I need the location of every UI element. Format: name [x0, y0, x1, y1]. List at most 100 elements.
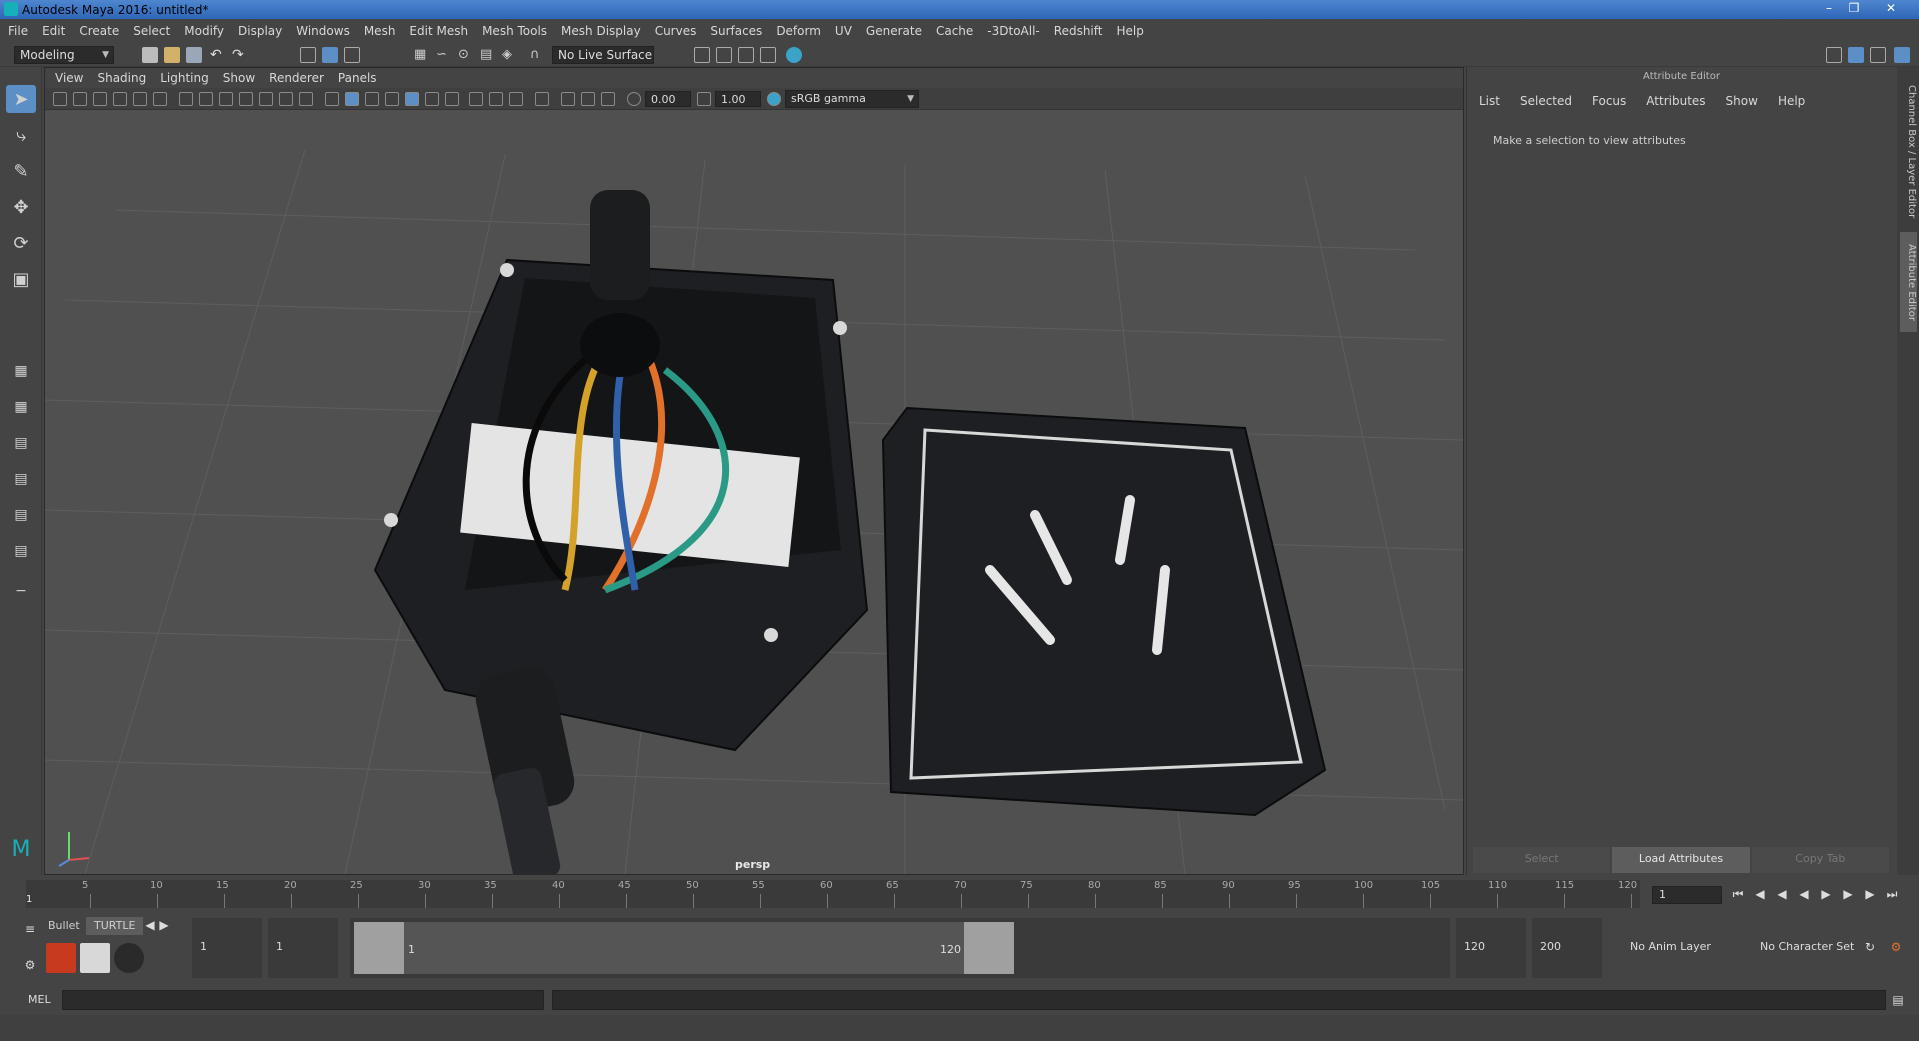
character-set-dropdown[interactable]: No Character Set: [1752, 918, 1868, 978]
safe-action-icon[interactable]: [279, 92, 293, 106]
command-language-label[interactable]: MEL: [28, 993, 51, 1006]
attribute-editor-toggle-icon[interactable]: [1848, 47, 1864, 63]
step-back-frame-icon[interactable]: ◀: [1752, 886, 1768, 902]
animation-preferences-icon[interactable]: ⚙: [1888, 939, 1904, 955]
collapse-toolbox-icon[interactable]: −: [6, 577, 36, 605]
scale-tool-icon[interactable]: ▣: [6, 265, 36, 293]
range-end-handle[interactable]: [964, 922, 1014, 974]
xray-components-icon[interactable]: [601, 92, 615, 106]
attr-menu-show[interactable]: Show: [1726, 94, 1758, 108]
uv-layout-icon[interactable]: ▤: [6, 537, 36, 565]
rotate-tool-icon[interactable]: ⟳: [6, 229, 36, 257]
hypershade-icon[interactable]: [786, 47, 802, 63]
select-by-object-icon[interactable]: [322, 47, 338, 63]
snap-grid-icon[interactable]: ▦: [414, 47, 430, 63]
redo-icon[interactable]: ↷: [232, 47, 248, 63]
attr-menu-attributes[interactable]: Attributes: [1646, 94, 1705, 108]
viewport-menu-renderer[interactable]: Renderer: [269, 71, 324, 85]
single-view-layout-icon[interactable]: ▦: [6, 357, 36, 385]
time-slider[interactable]: 1 5 10 15 20 25 30 35 40 45 50 55 60 65 …: [0, 877, 1919, 913]
viewport-menu-shading[interactable]: Shading: [97, 71, 146, 85]
snap-view-plane-icon[interactable]: ▤: [480, 47, 496, 63]
current-frame-field[interactable]: 1: [1652, 886, 1722, 904]
step-forward-key-icon[interactable]: ▶: [1840, 886, 1856, 902]
scene-canvas[interactable]: [45, 110, 1463, 874]
gamma-field[interactable]: 1.00: [715, 91, 761, 107]
smooth-shading-icon[interactable]: [345, 92, 359, 106]
menu-modify[interactable]: Modify: [184, 24, 224, 38]
shadows-icon[interactable]: [425, 92, 439, 106]
auto-key-icon[interactable]: ↻: [1862, 939, 1878, 955]
tab-attribute-editor[interactable]: Attribute Editor: [1900, 232, 1917, 332]
shelf-menu-icon[interactable]: ≡: [22, 921, 38, 937]
graph-layout-icon[interactable]: ▤: [6, 465, 36, 493]
menu-cache[interactable]: Cache: [936, 24, 973, 38]
turtle-sphere-icon[interactable]: [114, 943, 144, 973]
step-forward-frame-icon[interactable]: ▶: [1862, 886, 1878, 902]
two-d-pan-icon[interactable]: [133, 92, 147, 106]
ambient-occlusion-icon[interactable]: [445, 92, 459, 106]
grid-toggle-icon[interactable]: [179, 92, 193, 106]
ipr-render-icon[interactable]: [738, 47, 754, 63]
menu-windows[interactable]: Windows: [296, 24, 350, 38]
attr-menu-help[interactable]: Help: [1778, 94, 1805, 108]
turtle-render-icon[interactable]: [46, 943, 76, 973]
select-by-hierarchy-icon[interactable]: [300, 47, 316, 63]
menu-display[interactable]: Display: [238, 24, 282, 38]
menu-select[interactable]: Select: [133, 24, 170, 38]
camera-attributes-icon[interactable]: [73, 92, 87, 106]
wireframe-shading-icon[interactable]: [325, 92, 339, 106]
select-by-component-icon[interactable]: [344, 47, 360, 63]
menu-redshift[interactable]: Redshift: [1054, 24, 1103, 38]
exposure-field[interactable]: 0.00: [645, 91, 691, 107]
viewport-panel[interactable]: View Shading Lighting Show Renderer Pane…: [44, 67, 1464, 875]
anim-layer-dropdown[interactable]: No Anim Layer: [1622, 918, 1732, 978]
minimize-button[interactable]: –: [1818, 1, 1840, 16]
depth-of-field-icon[interactable]: [509, 92, 523, 106]
hypershade-layout-icon[interactable]: ▤: [6, 501, 36, 529]
menu-deform[interactable]: Deform: [776, 24, 821, 38]
menu-file[interactable]: File: [8, 24, 28, 38]
go-to-start-icon[interactable]: ⏮: [1730, 886, 1746, 902]
close-button[interactable]: ✕: [1880, 1, 1902, 16]
paint-select-tool-icon[interactable]: ✎: [6, 157, 36, 185]
motion-blur-icon[interactable]: [469, 92, 483, 106]
menu-curves[interactable]: Curves: [655, 24, 697, 38]
gate-mask-icon[interactable]: [239, 92, 253, 106]
menu-mesh-display[interactable]: Mesh Display: [561, 24, 641, 38]
attr-menu-list[interactable]: List: [1479, 94, 1500, 108]
render-frame-icon[interactable]: [716, 47, 732, 63]
move-tool-icon[interactable]: ✥: [6, 193, 36, 221]
xray-joints-icon[interactable]: [581, 92, 595, 106]
undo-icon[interactable]: ↶: [210, 47, 226, 63]
live-surface-field[interactable]: No Live Surface: [552, 46, 654, 64]
playback-end-field[interactable]: 120: [1456, 918, 1526, 978]
grease-pencil-icon[interactable]: [153, 92, 167, 106]
modeling-toolkit-icon[interactable]: [1826, 47, 1842, 63]
scene-end-field[interactable]: 200: [1532, 918, 1602, 978]
viewport-menu-view[interactable]: View: [55, 71, 83, 85]
color-space-dropdown[interactable]: sRGB gamma ▼: [785, 90, 919, 108]
exposure-icon[interactable]: [627, 92, 641, 106]
magnet-icon[interactable]: ∩: [530, 47, 546, 63]
menu-edit[interactable]: Edit: [42, 24, 65, 38]
select-tool-icon[interactable]: ➤: [6, 85, 36, 113]
shelf-tab-bullet[interactable]: Bullet: [40, 917, 88, 935]
textured-icon[interactable]: [385, 92, 399, 106]
menu-edit-mesh[interactable]: Edit Mesh: [409, 24, 468, 38]
image-plane-icon[interactable]: [113, 92, 127, 106]
tool-settings-icon[interactable]: [1870, 47, 1886, 63]
shelf-settings-icon[interactable]: ⚙: [22, 957, 38, 973]
lasso-tool-icon[interactable]: ⤷: [6, 121, 36, 149]
four-view-layout-icon[interactable]: ▦: [6, 393, 36, 421]
film-gate-icon[interactable]: [199, 92, 213, 106]
timeline-ruler[interactable]: 1 5 10 15 20 25 30 35 40 45 50 55 60 65 …: [26, 880, 1640, 908]
render-settings-icon[interactable]: [760, 47, 776, 63]
camera-select-icon[interactable]: [53, 92, 67, 106]
maximize-button[interactable]: ❐: [1843, 1, 1865, 16]
play-backwards-icon[interactable]: ◀: [1796, 886, 1812, 902]
menu-uv[interactable]: UV: [835, 24, 852, 38]
menu-mesh[interactable]: Mesh: [364, 24, 396, 38]
shelf-tab-scroll-right-icon[interactable]: ▶: [156, 917, 172, 933]
shelf-tab-turtle[interactable]: TURTLE: [86, 917, 144, 935]
